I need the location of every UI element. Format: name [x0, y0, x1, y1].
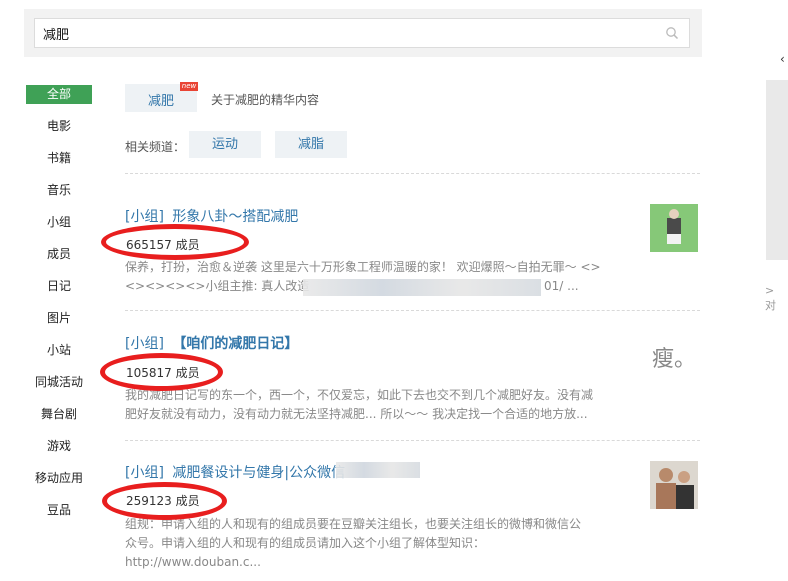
divider: [125, 173, 700, 174]
person-figure-icon: [650, 204, 698, 252]
side-panel-text[interactable]: > 对: [765, 284, 788, 313]
nav-item-drama[interactable]: 舞台剧: [26, 405, 92, 424]
nav-item-event[interactable]: 同城活动: [14, 373, 104, 392]
thumbnail-text: 瘦。: [651, 347, 696, 372]
result-desc-line: 组规：申请入组的人和现有的组成员要在豆瓣关注组长，也要关注组长的微博和微信公: [125, 517, 582, 531]
group-thumbnail[interactable]: [650, 461, 698, 509]
channel-button-fat-loss[interactable]: 减脂: [275, 131, 347, 158]
result-type: [小组]: [125, 336, 164, 352]
nav-item-member[interactable]: 成员: [26, 245, 92, 264]
search-input[interactable]: [35, 19, 663, 47]
nav-item-all[interactable]: 全部: [26, 85, 92, 104]
result-link[interactable]: 【咱们的减肥日记】: [172, 336, 298, 352]
side-banner-image[interactable]: [766, 80, 788, 260]
panel-arrow-icon[interactable]: ‹: [780, 52, 785, 66]
nav-item-group[interactable]: 小组: [26, 213, 92, 232]
red-annotation-ellipse: [100, 353, 223, 391]
divider: [125, 310, 700, 311]
result-desc-line: 保养，打扮，治愈＆逆袭 这里是六十万形象工程师温暖的家！ 欢迎爆照～自拍无罪～ …: [125, 260, 601, 274]
group-thumbnail[interactable]: 瘦。: [650, 336, 698, 384]
result-desc-line: 01/ ...: [544, 279, 579, 293]
people-photo-icon: [650, 461, 698, 509]
result-title: [小组] 形象八卦～搭配减肥: [125, 206, 298, 226]
search-box[interactable]: [34, 18, 690, 48]
nav-item-photo[interactable]: 图片: [26, 309, 92, 328]
nav-item-game[interactable]: 游戏: [26, 437, 92, 456]
nav-item-movie[interactable]: 电影: [26, 117, 92, 136]
nav-item-site[interactable]: 小站: [26, 341, 92, 360]
result-desc-line: http://www.douban.c...: [125, 555, 261, 569]
result-type: [小组]: [125, 465, 164, 481]
nav-item-book[interactable]: 书籍: [26, 149, 92, 168]
red-annotation-ellipse: [101, 224, 249, 260]
nav-item-diary[interactable]: 日记: [26, 277, 92, 296]
result-type: [小组]: [125, 209, 164, 225]
nav-item-music[interactable]: 音乐: [26, 181, 92, 200]
nav-item-douban-goods[interactable]: 豆品: [26, 501, 92, 520]
new-badge: new: [180, 82, 198, 91]
search-icon[interactable]: [665, 26, 679, 40]
related-channels-label: 相关频道：: [125, 140, 186, 154]
result-title: [小组] 【咱们的减肥日记】: [125, 333, 298, 353]
result-desc-line: 肥好友就没有动力，没有动力就无法坚持减肥... 所以～～ 我决定找一个合适的地方…: [125, 407, 588, 421]
group-thumbnail[interactable]: [650, 204, 698, 252]
keyword-tag[interactable]: 减肥 new: [125, 82, 198, 112]
result-link[interactable]: 减肥餐设计与健身|公众微信: [172, 465, 345, 481]
red-annotation-ellipse: [102, 482, 227, 520]
result-desc-line: 众号。申请入组的人和现有的组成员请加入这个小组了解体型知识：: [125, 536, 486, 550]
keyword-tag-label: 减肥: [148, 94, 175, 109]
result-link[interactable]: 形象八卦～搭配减肥: [172, 209, 298, 225]
redacted-blur: [336, 462, 420, 478]
nav-item-mobile-app[interactable]: 移动应用: [14, 469, 104, 488]
divider: [125, 440, 700, 441]
redacted-blur: [303, 279, 541, 296]
result-desc-line: 我的减肥日记写的东一个，西一个，不仅爱忘，如此下去也交不到几个减肥好友。没有减: [125, 388, 594, 402]
channel-button-sport[interactable]: 运动: [189, 131, 261, 158]
result-title: [小组] 减肥餐设计与健身|公众微信: [125, 462, 345, 482]
search-bar: [24, 9, 702, 57]
keyword-description: 关于减肥的精华内容: [211, 93, 320, 107]
